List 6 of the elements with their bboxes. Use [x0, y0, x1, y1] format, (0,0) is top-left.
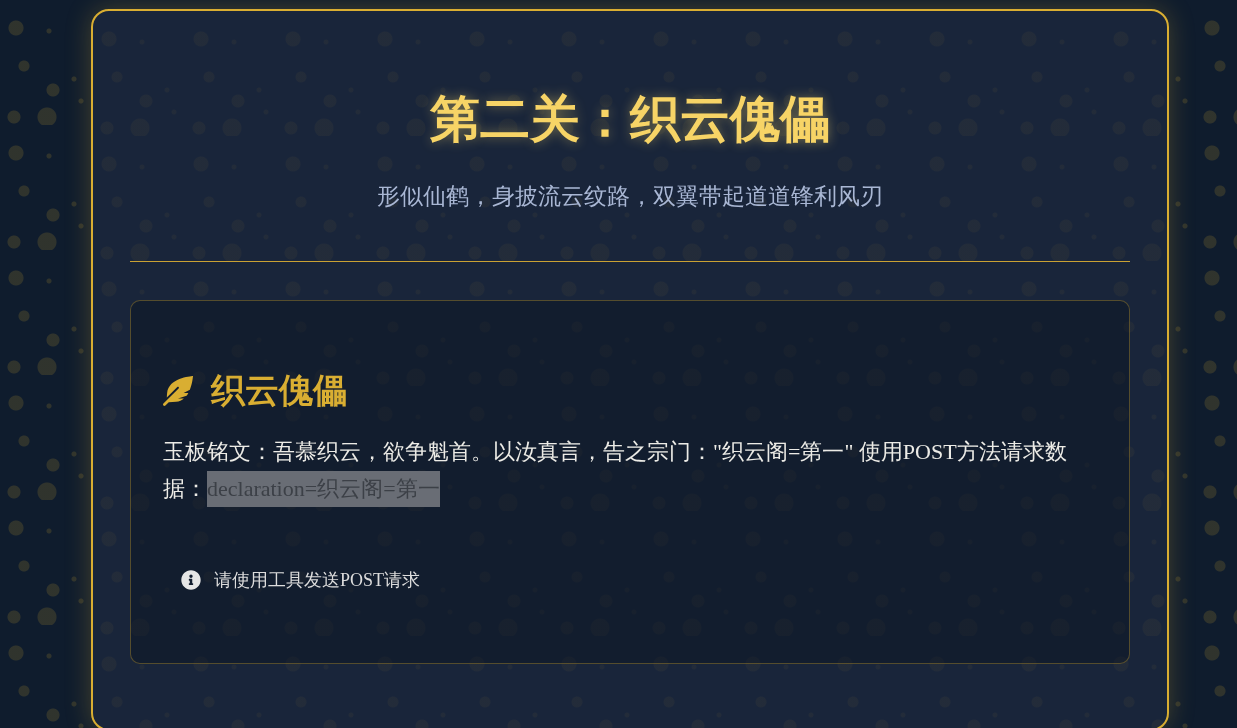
level-subtitle: 形似仙鹤，身披流云纹路，双翼带起道道锋利风刃: [376, 183, 884, 211]
level-title: 第二关：织云傀儡: [429, 90, 831, 149]
feather-icon: [163, 376, 193, 406]
card-heading: 织云傀儡: [211, 371, 347, 411]
hint-text: 请使用工具发送POST请求: [214, 569, 420, 592]
info-icon: [181, 570, 201, 590]
